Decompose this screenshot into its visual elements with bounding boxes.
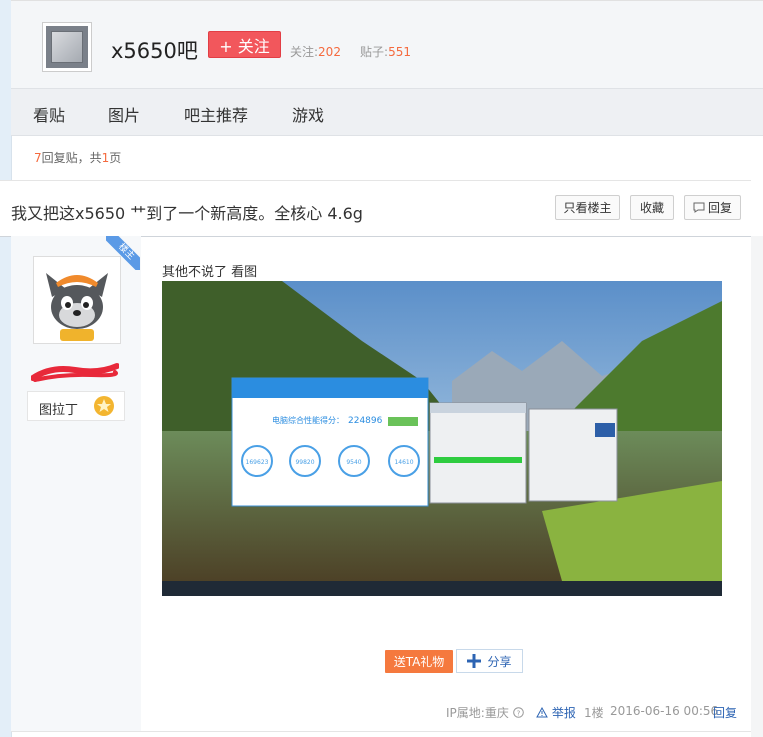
post-text: 其他不说了 看图: [162, 265, 258, 280]
cpu-logo-icon: [46, 26, 88, 68]
score-text: 224896: [348, 416, 383, 426]
author-column: 楼主 图拉丁: [11, 236, 141, 731]
reply-text: 回复贴，共: [41, 151, 102, 165]
comment-icon: [693, 202, 705, 213]
send-gift-button[interactable]: 送TA礼物: [385, 650, 453, 673]
author-level-badge[interactable]: 图拉丁: [27, 391, 125, 421]
share-label: 分享: [487, 654, 512, 669]
gift-label: 送TA礼物: [393, 655, 445, 669]
thread-title: 我又把这x5650 艹到了一个新高度。全核心 4.6g: [11, 204, 363, 223]
score-circle-2: 99820: [295, 459, 314, 466]
reply-button[interactable]: 回复: [684, 195, 741, 220]
only-op-label: 只看楼主: [563, 201, 612, 215]
author-badge-name: 图拉丁: [39, 403, 79, 418]
report-label: 举报: [551, 706, 576, 720]
forum-header: x5650吧 + 关注 关注:202 贴子:551: [11, 0, 763, 89]
only-op-button[interactable]: 只看楼主: [555, 195, 620, 220]
follow-button-label: + 关注: [219, 36, 270, 56]
forum-nav: 看贴 图片 吧主推荐 游戏: [11, 88, 763, 136]
star-badge-icon: [94, 396, 114, 416]
post-stat-label: 贴子:: [360, 45, 389, 59]
nav-tab-games[interactable]: 游戏: [292, 102, 324, 126]
info-circle-icon[interactable]: ?: [512, 707, 524, 718]
nav-tab-images[interactable]: 图片: [108, 102, 140, 126]
score-circle-3: 9540: [346, 459, 361, 466]
ip-location: IP属地:重庆 ?: [446, 704, 524, 721]
thread-reply-info: 7回复贴，共1页: [34, 149, 121, 166]
post-timestamp: 2016-06-16 00:56: [610, 704, 719, 718]
redacted-username-scribble: [31, 363, 119, 382]
plus-share-icon: [467, 654, 482, 668]
thread-title-bar: 我又把这x5650 艹到了一个新高度。全核心 4.6g 只看楼主 收藏 回复: [0, 180, 751, 237]
favorite-label: 收藏: [639, 201, 664, 215]
follow-button[interactable]: + 关注: [208, 31, 281, 58]
reply-button-label: 回复: [707, 201, 732, 215]
forum-name[interactable]: x5650吧: [111, 35, 198, 65]
follow-stat-label: 关注:: [290, 45, 319, 59]
score-circle-1: 169623: [246, 459, 269, 466]
op-corner-badge: 楼主: [106, 236, 140, 270]
warning-triangle-icon: [536, 706, 548, 718]
report-link[interactable]: 举报: [536, 704, 576, 721]
page-unit: 页: [109, 151, 122, 165]
op-badge-label: 楼主: [106, 236, 140, 270]
score-label-text: 电脑综合性能得分：: [272, 415, 344, 425]
right-gutter: [751, 236, 763, 737]
nav-tab-recommended[interactable]: 吧主推荐: [184, 102, 248, 126]
floor-number: 1楼: [584, 706, 604, 720]
reply-count: 7: [34, 151, 42, 165]
forum-logo[interactable]: [42, 22, 92, 72]
desktop-screenshot-illustration: 电脑综合性能得分： 224896 169623 99820 9540 14610: [162, 281, 722, 596]
score-circle-4: 14610: [394, 459, 413, 466]
share-button[interactable]: 分享: [456, 649, 523, 673]
follow-count: 202: [318, 45, 341, 59]
post-reply-link[interactable]: 回复: [713, 704, 737, 721]
nav-tab-posts[interactable]: 看贴: [33, 102, 65, 126]
post-screenshot-image[interactable]: 电脑综合性能得分： 224896 169623 99820 9540 14610: [162, 281, 722, 596]
post-count: 551: [388, 45, 411, 59]
favorite-button[interactable]: 收藏: [630, 195, 674, 220]
post-divider: [11, 731, 751, 732]
ip-label: IP属地:重庆: [446, 706, 509, 720]
forum-stats: 关注:202 贴子:551: [290, 43, 411, 60]
svg-text:?: ?: [516, 709, 520, 717]
